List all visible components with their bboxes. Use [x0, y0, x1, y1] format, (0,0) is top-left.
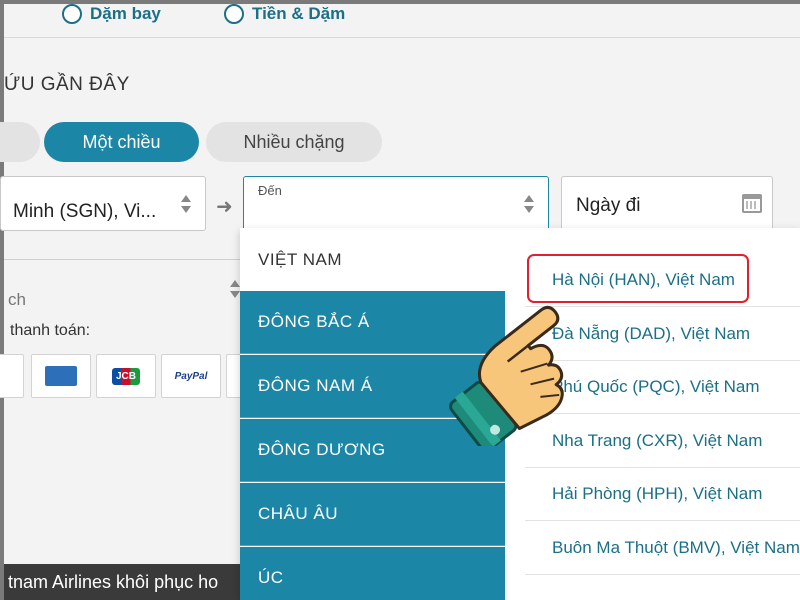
region-uc[interactable]: ÚC	[240, 547, 505, 600]
fare-option-cash-miles-label: Tiền & Dặm	[252, 4, 346, 23]
radio-circle-icon[interactable]	[224, 4, 244, 24]
trip-type-round-trip[interactable]	[0, 122, 40, 162]
trip-type-one-way[interactable]: Một chiều	[44, 122, 199, 162]
fare-option-miles-label: Dặm bay	[90, 4, 161, 23]
origin-field[interactable]: Minh (SGN), Vi...	[0, 176, 206, 231]
departure-date-placeholder: Ngày đi	[576, 195, 641, 216]
recent-searches-title: ỨU GẦN ĐÂY	[4, 74, 130, 95]
city-bmv[interactable]: Buôn Ma Thuột (BMV), Việt Nam	[525, 522, 800, 575]
radio-circle-icon[interactable]	[62, 4, 82, 24]
amex-logo-icon	[45, 366, 77, 386]
payment-card-jcb: JCB	[96, 354, 156, 398]
city-hph[interactable]: Hải Phòng (HPH), Việt Nam	[525, 468, 800, 521]
select-arrows-icon	[181, 195, 191, 213]
region-viet-nam[interactable]: VIỆT NAM	[240, 228, 505, 291]
payment-card-partial	[0, 354, 24, 398]
origin-value: Minh (SGN), Vi...	[13, 201, 157, 222]
destination-label: Đến	[258, 183, 282, 198]
select-arrows-icon	[524, 195, 534, 213]
pointing-hand-icon	[449, 305, 564, 446]
payment-card-paypal: PayPal	[161, 354, 221, 398]
region-chau-au[interactable]: CHÂU ÂU	[240, 483, 505, 546]
paypal-logo-icon: PayPal	[174, 370, 208, 382]
fare-option-cash-miles[interactable]: Tiền & Dặm	[224, 4, 345, 24]
fare-type-options: Dặm bay Tiền & Dặm	[4, 4, 800, 38]
trip-type-multi-city[interactable]: Nhiều chặng	[206, 122, 382, 162]
payment-card-amex	[31, 354, 91, 398]
cabin-class-field[interactable]: ch	[4, 259, 244, 317]
select-arrows-icon	[230, 280, 240, 298]
jcb-logo-icon: JCB	[111, 367, 140, 385]
calendar-icon[interactable]	[742, 194, 762, 213]
arrow-right-icon: ➜	[216, 196, 233, 218]
fare-option-miles[interactable]: Dặm bay	[62, 4, 161, 24]
destination-field[interactable]: Đến	[243, 176, 549, 231]
cabin-class-value: ch	[8, 290, 26, 309]
departure-date-field[interactable]: Ngày đi	[561, 176, 773, 231]
payment-methods-label: thanh toán:	[10, 322, 91, 339]
news-ticker[interactable]: tnam Airlines khôi phục ho	[4, 564, 244, 600]
